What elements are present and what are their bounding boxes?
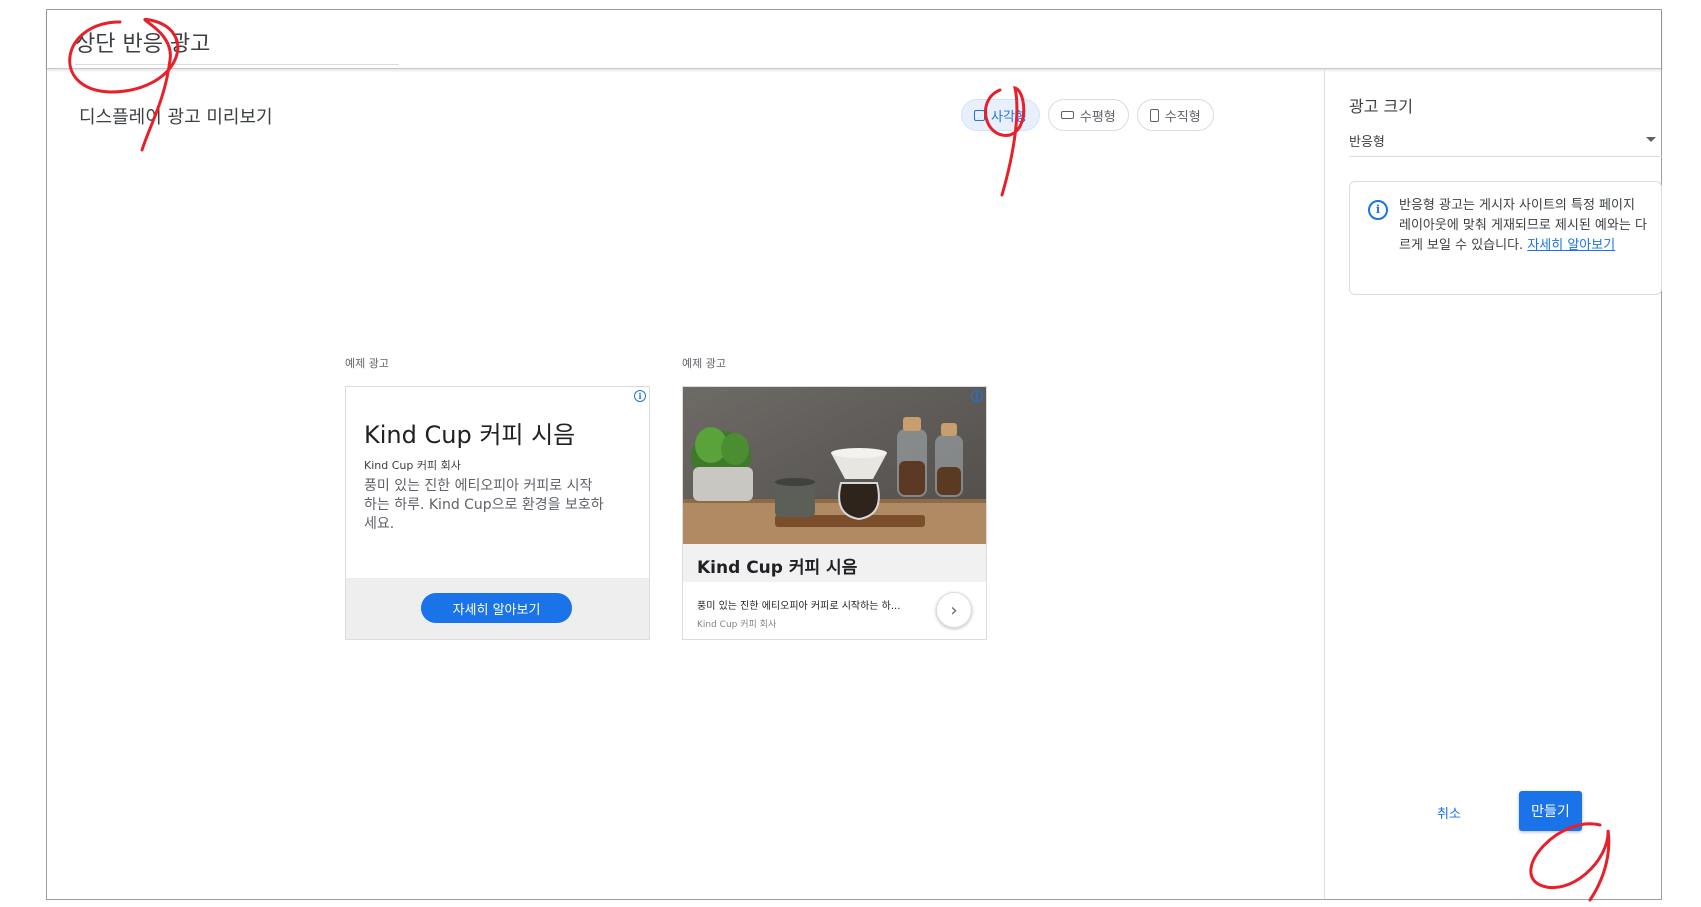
ad-headline: Kind Cup 커피 시음 [364,421,576,449]
ad-unit-name-input[interactable] [75,20,399,65]
create-button[interactable]: 만들기 [1519,791,1582,831]
horizontal-rect-icon [1060,111,1074,119]
sample-ad-image: i Kind Cup 커피 시음 풍미 있는 진한 에티오피아 커피로 시작하는… [682,386,987,640]
tab-label: 사각형 [991,109,1027,125]
ad-unit-editor-window: 디스플레이 광고 미리보기 사각형 수평형 수직형 예제 광고 i Kind C… [46,9,1662,900]
ad-description: 풍미 있는 진한 에티오피아 커피로 시작하는 하... [697,601,901,612]
info-icon[interactable]: i [971,390,983,402]
ad-size-value: 반응형 [1349,135,1385,150]
ad-size-select[interactable]: 반응형 [1349,123,1662,157]
preview-title: 디스플레이 광고 미리보기 [79,107,273,128]
sample-ad-label: 예제 광고 [682,357,726,370]
ad-size-panel: 광고 크기 반응형 i 반응형 광고는 게시자 사이트의 특정 페이지 레이아웃… [1324,69,1662,899]
info-icon[interactable]: i [634,390,646,402]
tab-vertical[interactable]: 수직형 [1136,99,1214,131]
ad-headline-strip: Kind Cup 커피 시음 [683,544,986,582]
dropdown-arrow-icon [1646,137,1656,142]
chevron-right-icon: › [950,599,958,621]
ad-business-name: Kind Cup 커피 회사 [697,620,777,630]
ad-headline: Kind Cup 커피 시음 [697,558,858,578]
ad-description: 풍미 있는 진한 에티오피아 커피로 시작하는 하루. Kind Cup으로 환… [364,478,604,532]
vertical-rect-icon [1149,108,1159,122]
sample-ad-text: i Kind Cup 커피 시음 Kind Cup 커피 회사 풍미 있는 진한… [345,386,650,640]
tab-label: 수평형 [1079,109,1116,125]
responsive-info-box: i 반응형 광고는 게시자 사이트의 특정 페이지 레이아웃에 맞춰 게재되므로… [1349,181,1662,295]
learn-more-button[interactable]: 자세히 알아보기 [421,593,572,623]
info-text: 반응형 광고는 게시자 사이트의 특정 페이지 레이아웃에 맞춰 게재되므로 제… [1399,196,1649,256]
info-icon: i [1368,200,1388,220]
ad-image [683,387,986,544]
ad-business-name: Kind Cup 커피 회사 [364,459,461,472]
tab-label: 수직형 [1164,109,1201,125]
square-icon [974,109,985,121]
ad-size-title: 광고 크기 [1349,97,1413,116]
tab-square[interactable]: 사각형 [961,99,1040,131]
coffee-photo [683,387,986,544]
next-button[interactable]: › [936,592,972,628]
cancel-button[interactable]: 취소 [1421,795,1477,829]
title-bar [47,10,1661,69]
tab-horizontal[interactable]: 수평형 [1047,99,1129,131]
ad-footer: 자세히 알아보기 [346,578,649,639]
learn-more-link[interactable]: 자세히 알아보기 [1527,238,1615,253]
preview-panel: 디스플레이 광고 미리보기 사각형 수평형 수직형 예제 광고 i Kind C… [47,69,1323,899]
sample-ad-label: 예제 광고 [345,357,389,370]
format-tabs: 사각형 수평형 수직형 [961,99,1214,131]
